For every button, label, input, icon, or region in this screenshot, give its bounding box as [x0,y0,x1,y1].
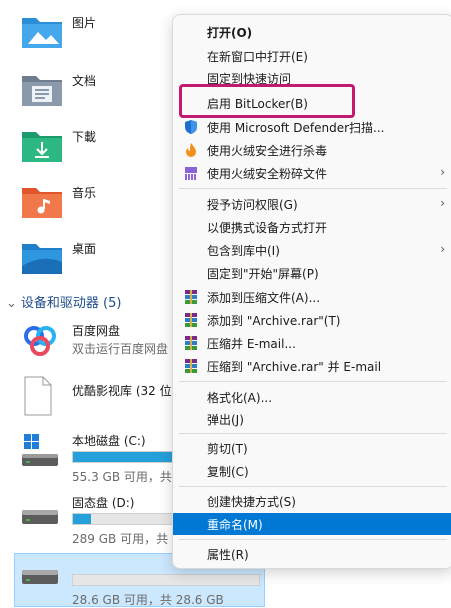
menu-item-defender-scan[interactable]: 使用 Microsoft Defender扫描... [173,116,451,138]
device-subtitle: 28.6 GB 可用，共 28.6 GB [72,593,224,607]
device-youku-library[interactable]: 优酷影视库 (32 位 [20,376,180,422]
menu-item-label: 使用 Microsoft Defender扫描... [207,121,385,135]
menu-item-include-library[interactable]: 包含到库中(I) › [173,239,451,261]
downloads-folder-icon [22,132,62,162]
huorong-flame-icon [186,143,196,157]
device-name: 本地磁盘 (C:) [72,434,146,448]
menu-item-open[interactable]: 打开(O) [173,21,451,43]
folder-label: 图片 [72,16,97,30]
menu-item-label: 格式化(A)... [207,391,273,405]
menu-item-create-shortcut[interactable]: 创建快捷方式(S) [173,490,451,512]
menu-item-label: 重命名(M) [207,518,263,532]
menu-item-label: 属性(R) [207,548,249,562]
menu-item-label: 压缩并 E-mail... [207,337,296,351]
menu-item-huorong-antivirus[interactable]: 使用火绒安全进行杀毒 [173,139,451,161]
winrar-icon [185,290,197,304]
menu-item-label: 创建快捷方式(S) [207,495,296,509]
menu-separator [179,433,447,434]
menu-item-pin-start[interactable]: 固定到"开始"屏幕(P) [173,262,451,284]
chevron-down-icon: ⌄ [6,296,17,311]
blank-file-icon [24,376,52,416]
menu-item-label: 剪切(T) [207,442,248,456]
menu-item-label: 添加到 "Archive.rar"(T) [207,314,341,328]
menu-item-label: 压缩到 "Archive.rar" 并 E-mail [207,360,382,374]
device-name: 优酷影视库 (32 位 [72,384,172,398]
drive-icon [22,510,58,524]
menu-item-compress-email[interactable]: 压缩并 E-mail... [173,332,451,354]
desktop-folder-icon [22,244,62,274]
drive-icon [22,570,58,584]
menu-separator [179,539,447,540]
menu-item-copy[interactable]: 复制(C) [173,460,451,482]
menu-item-label: 复制(C) [207,465,249,479]
documents-folder-icon [22,76,62,106]
baidu-netdisk-icon [24,326,56,356]
winrar-icon [185,313,197,327]
device-ssd-d[interactable]: 固态盘 (D:) 289 GB 可用，共 [20,494,252,546]
folder-label: 桌面 [72,242,97,256]
menu-separator [179,486,447,487]
winrar-icon [185,359,197,373]
menu-item-open-new-window[interactable]: 在新窗口中打开(E) [173,45,451,67]
menu-separator [179,188,447,189]
menu-item-rename[interactable]: 重命名(M) [173,513,451,535]
device-name: 百度网盘 [72,324,121,338]
menu-item-add-archive[interactable]: 添加到压缩文件(A)... [173,286,451,308]
menu-item-format[interactable]: 格式化(A)... [173,386,451,408]
highlight-annotation-box [179,84,355,118]
menu-item-label: 包含到库中(I) [207,244,280,258]
menu-item-label: 授予访问权限(G) [207,198,298,212]
usage-bar-fill [73,514,91,524]
device-subtitle: 289 GB 可用，共 [72,532,169,546]
menu-item-label: 弹出(J) [207,413,244,427]
chevron-right-icon: › [440,196,445,210]
menu-item-properties[interactable]: 属性(R) [173,543,451,565]
device-subtitle: 55.3 GB 可用，共 [72,470,172,484]
menu-item-grant-access[interactable]: 授予访问权限(G) › [173,193,451,215]
device-local-disk-c[interactable]: 本地磁盘 (C:) 55.3 GB 可用，共 [20,432,252,484]
device-baidu-netdisk[interactable]: 百度网盘 双击运行百度网盘 [20,322,180,362]
pictures-folder-icon [22,18,62,48]
menu-item-huorong-shred[interactable]: 使用火绒安全粉碎文件 › [173,162,451,184]
folder-label: 音乐 [72,186,97,200]
menu-item-label: 使用火绒安全进行杀毒 [207,144,328,158]
menu-item-cut[interactable]: 剪切(T) [173,437,451,459]
chevron-right-icon: › [440,242,445,256]
usage-bar [72,574,260,586]
menu-item-label: 添加到压缩文件(A)... [207,291,321,305]
defender-shield-icon [185,120,197,134]
devices-section-header[interactable]: ⌄ 设备和驱动器 (5) [6,292,121,311]
device-subtitle: 双击运行百度网盘 [72,342,169,356]
menu-item-open-portable[interactable]: 以便携式设备方式打开 [173,216,451,238]
menu-item-label: 打开(O) [207,26,253,40]
menu-item-compress-rar-email[interactable]: 压缩到 "Archive.rar" 并 E-mail [173,355,451,377]
winrar-icon [185,336,197,350]
folder-label: 下載 [72,130,97,144]
music-folder-icon [22,188,62,218]
folder-label: 文档 [72,74,97,88]
menu-item-label: 以便携式设备方式打开 [207,221,328,235]
menu-item-eject[interactable]: 弹出(J) [173,408,451,430]
shredder-icon [185,167,197,180]
menu-item-label: 固定到"开始"屏幕(P) [207,267,319,281]
menu-separator [179,381,447,382]
chevron-right-icon: › [440,165,445,179]
menu-item-add-archive-rar[interactable]: 添加到 "Archive.rar"(T) [173,309,451,331]
system-drive-icon [22,434,58,466]
device-name: 固态盘 (D:) [72,496,135,510]
section-title: 设备和驱动器 (5) [20,296,122,311]
menu-item-label: 在新窗口中打开(E) [207,50,308,64]
menu-item-label: 使用火绒安全粉碎文件 [207,167,328,181]
